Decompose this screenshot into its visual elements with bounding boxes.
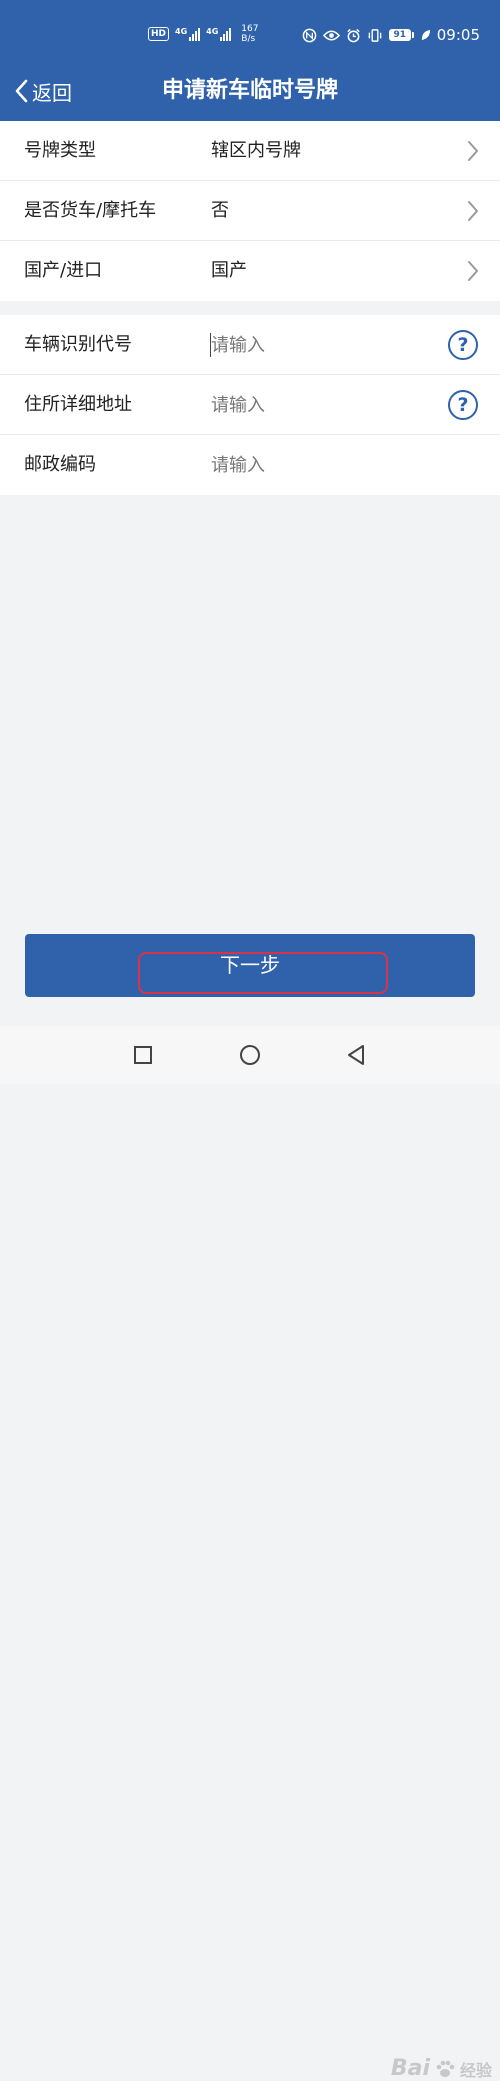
app-header: HD 4G 4G 167 B/s 91 09:05 返回 申请新车临时号牌	[0, 0, 500, 121]
hd-badge: HD	[148, 27, 170, 41]
leaf-icon	[421, 29, 430, 40]
system-nav-bar: Bai 经验	[0, 1026, 500, 2081]
next-step-button[interactable]: 下一步	[25, 934, 475, 997]
net-speed-value: 167	[241, 24, 259, 34]
paw-icon	[436, 2060, 455, 2077]
square-icon[interactable]	[130, 1042, 156, 1068]
nfc-icon	[302, 28, 317, 42]
status-right: 91 09:05	[302, 26, 480, 44]
address-label: 住所详细地址	[24, 394, 132, 415]
vin-input[interactable]	[211, 330, 431, 360]
circle-icon[interactable]	[237, 1042, 263, 1068]
status-bar: HD 4G 4G 167 B/s 91 09:05	[0, 0, 500, 66]
back-label: 返回	[32, 80, 72, 105]
battery-icon: 91	[388, 29, 414, 41]
net-speed: 167 B/s	[241, 24, 258, 44]
postcode-input[interactable]	[211, 450, 431, 480]
text-cursor	[210, 333, 211, 357]
postcode-label: 邮政编码	[24, 454, 96, 475]
truck-motorcycle-value: 否	[211, 200, 229, 221]
domestic-import-label: 国产/进口	[24, 260, 103, 281]
address-help-icon[interactable]: ?	[448, 390, 478, 420]
postcode-row: 邮政编码	[0, 435, 500, 495]
status-left: HD 4G 4G 167 B/s	[148, 24, 258, 44]
net-speed-unit: B/s	[241, 34, 256, 44]
plate-type-row[interactable]: 号牌类型 辖区内号牌	[0, 121, 500, 181]
status-time: 09:05	[436, 26, 480, 44]
vin-label: 车辆识别代号	[24, 334, 132, 355]
chevron-right-icon	[468, 261, 478, 281]
truck-motorcycle-row[interactable]: 是否货车/摩托车 否	[0, 181, 500, 241]
signal-sim2-icon: 4G	[206, 27, 232, 41]
chevron-left-icon	[15, 79, 28, 103]
watermark: Bai 经验	[391, 2056, 492, 2081]
triangle-back-icon[interactable]	[343, 1042, 369, 1068]
sim2-label: 4G	[206, 27, 219, 36]
back-button[interactable]: 返回	[14, 76, 72, 106]
watermark-brand: Bai	[390, 2056, 430, 2081]
vehicle-detail-group: 车辆识别代号 ? 住所详细地址 ? 邮政编码	[0, 315, 500, 495]
watermark-sub: 经验	[459, 2060, 492, 2080]
signal-sim1-icon: 4G	[175, 27, 201, 41]
chevron-right-icon	[468, 141, 478, 161]
sim1-label: 4G	[175, 27, 188, 36]
alarm-icon	[347, 28, 360, 42]
vibrate-icon	[368, 28, 382, 42]
domestic-import-row[interactable]: 国产/进口 国产	[0, 241, 500, 301]
domestic-import-value: 国产	[211, 260, 247, 281]
address-row: 住所详细地址 ?	[0, 375, 500, 435]
eye-icon	[322, 30, 340, 40]
vin-row: 车辆识别代号 ?	[0, 315, 500, 375]
plate-info-group: 号牌类型 辖区内号牌 是否货车/摩托车 否 国产/进口 国产	[0, 121, 500, 301]
chevron-right-icon	[468, 201, 478, 221]
plate-type-label: 号牌类型	[24, 140, 96, 161]
page-title: 申请新车临时号牌	[161, 78, 338, 103]
truck-motorcycle-label: 是否货车/摩托车	[24, 200, 157, 221]
address-input[interactable]	[211, 390, 431, 420]
plate-type-value: 辖区内号牌	[211, 140, 301, 161]
vin-help-icon[interactable]: ?	[448, 330, 478, 360]
